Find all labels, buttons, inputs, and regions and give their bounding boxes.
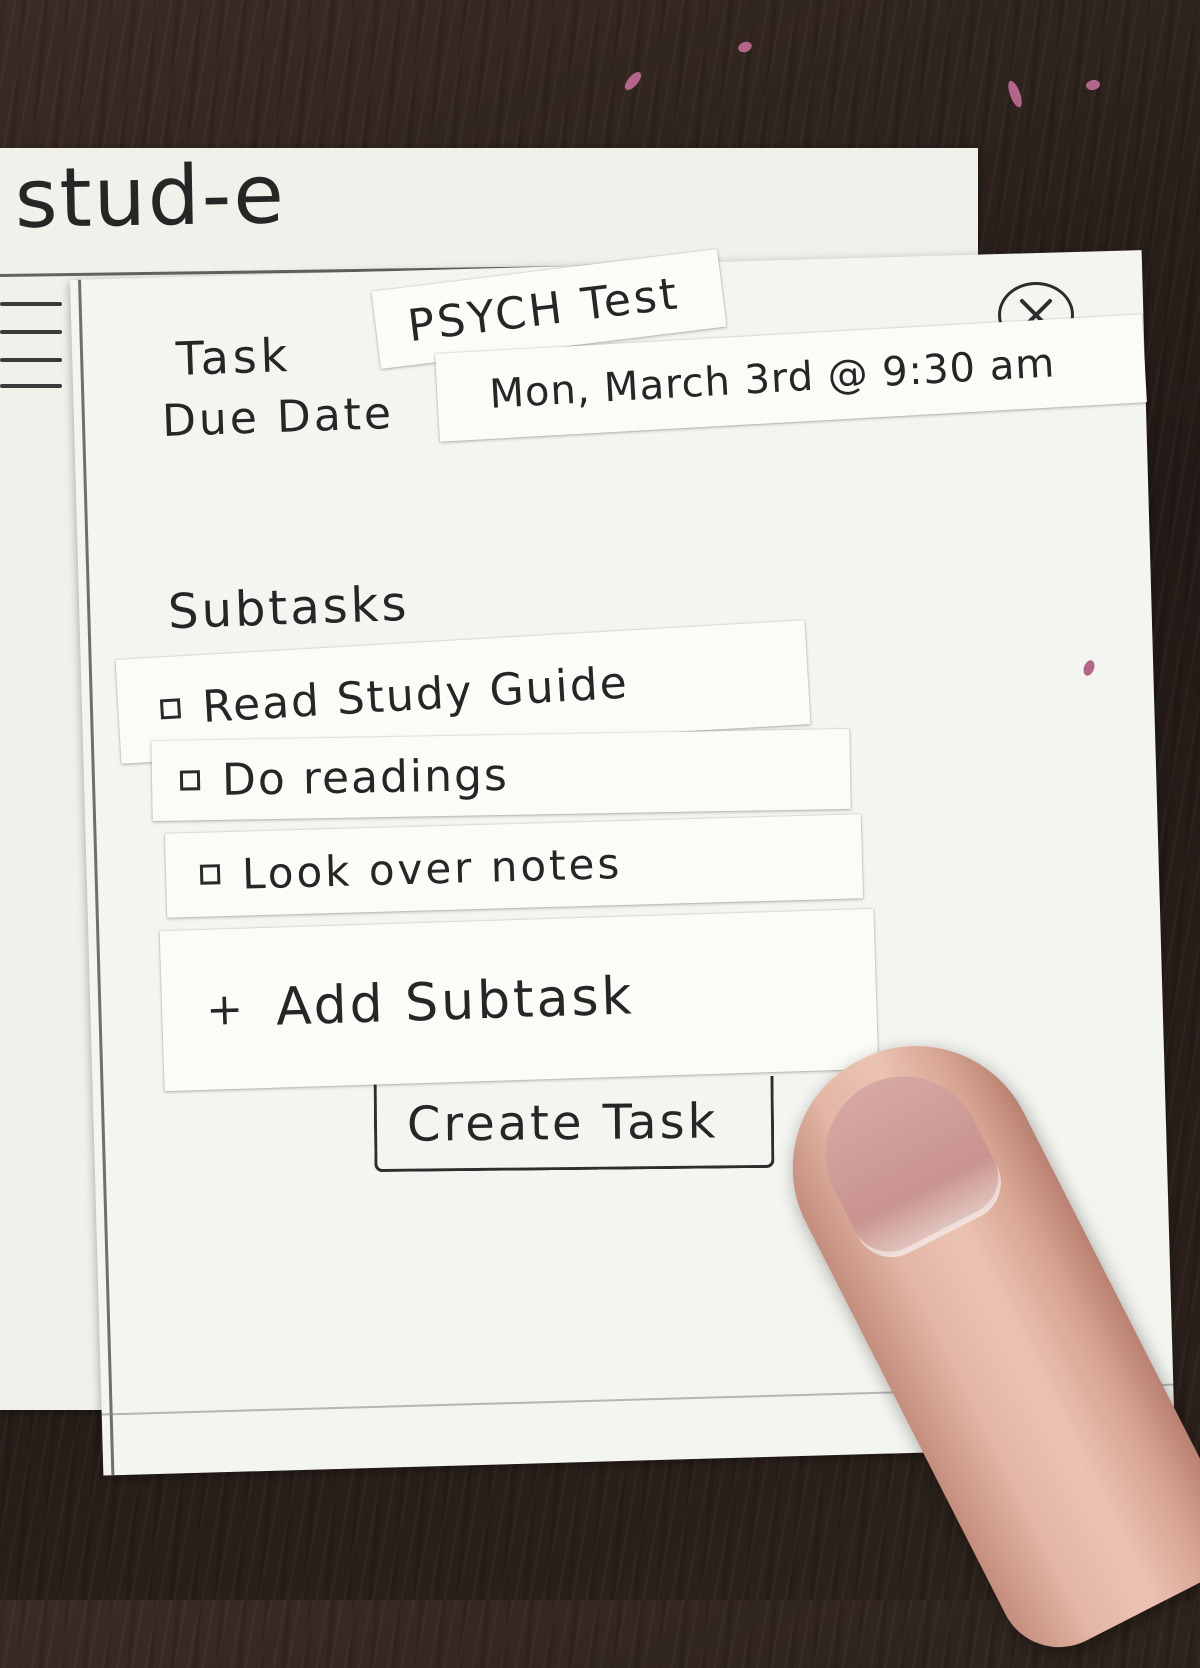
add-subtask-label: Add Subtask [275, 966, 636, 1038]
task-label: Task [175, 328, 293, 386]
create-task-button[interactable]: Create Task [373, 1075, 775, 1173]
subtask-checkbox[interactable] [179, 770, 201, 791]
add-subtask-button[interactable]: + Add Subtask [159, 908, 879, 1092]
due-date-label: Due Date [161, 387, 395, 448]
subtask-label: Look over notes [241, 838, 623, 899]
fingernail [798, 1049, 1015, 1271]
petal-decoration [1005, 79, 1025, 109]
petal-decoration [1085, 78, 1101, 92]
subtask-checkbox[interactable] [199, 864, 221, 885]
app-title: stud-e [14, 147, 287, 247]
petal-decoration [736, 39, 754, 55]
petal-decoration [622, 69, 644, 93]
subtask-label: Do readings [221, 749, 510, 806]
create-task-label: Create Task [406, 1092, 719, 1153]
subtask-checkbox[interactable] [159, 698, 182, 720]
due-date-value: Mon, March 3rd @ 9:30 am [488, 340, 1057, 418]
subtask-item[interactable]: Do readings [151, 728, 851, 822]
plus-icon: + [205, 983, 247, 1036]
hamburger-menu-icon[interactable] [0, 298, 66, 396]
subtasks-heading: Subtasks [167, 575, 411, 641]
subtask-label: Read Study Guide [200, 656, 630, 733]
